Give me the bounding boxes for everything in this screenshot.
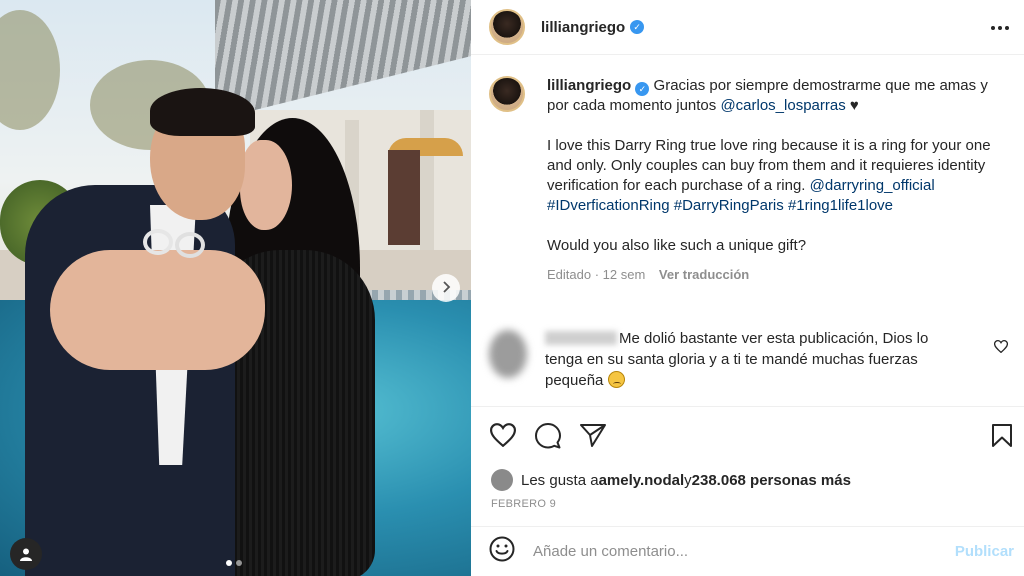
caption-body: lilliangriego ✓ Gracias por siempre demo… <box>547 76 1007 285</box>
comment-item: Me dolió bastante ver esta publicación, … <box>489 328 1014 391</box>
comment-input[interactable] <box>533 543 923 560</box>
likes-count[interactable]: 238.068 personas más <box>692 472 851 489</box>
sad-face-emoji-icon <box>607 371 625 388</box>
photo-pillar <box>420 110 434 260</box>
likes-connector: y <box>684 471 692 489</box>
caption-question: Would you also like such a unique gift? <box>547 237 807 254</box>
photo-man-hair <box>150 88 255 136</box>
caption-paragraph: I love this Darry Ring true love ring be… <box>547 136 1007 216</box>
translate-link[interactable]: Ver traducción <box>659 267 749 282</box>
photo-door <box>388 150 420 245</box>
hashtag-link[interactable]: @darryring_official <box>810 177 935 194</box>
liker-username[interactable]: amely.nodal <box>599 472 685 489</box>
slide-dot <box>236 560 242 566</box>
add-comment-bar: Publicar <box>471 526 1024 576</box>
photo-ring <box>143 229 173 255</box>
heart-text: ♥ <box>845 97 859 114</box>
caption-avatar[interactable] <box>489 76 525 112</box>
tagged-users-button[interactable] <box>10 538 42 570</box>
verified-icon: ✓ <box>630 20 645 34</box>
hashtag-link[interactable]: #DarryRingParis <box>674 197 784 214</box>
hashtag-link[interactable]: #IDverficationRing <box>547 197 670 214</box>
chevron-right-icon <box>443 281 451 293</box>
post-photo[interactable] <box>0 0 471 576</box>
verified-icon: ✓ <box>635 82 650 96</box>
header-username[interactable]: lilliangriego <box>541 19 625 36</box>
photo-ring <box>175 232 205 258</box>
hashtag-link[interactable]: #1ring1life1love <box>788 197 893 214</box>
photo-hands <box>50 250 265 370</box>
comment-avatar[interactable] <box>489 330 527 378</box>
next-slide-button[interactable] <box>432 274 460 302</box>
heart-icon[interactable] <box>489 423 517 452</box>
user-tag-icon <box>20 548 32 561</box>
slide-indicator <box>226 560 242 566</box>
caption-meta: Editado · 12 sem Ver traducción <box>547 265 1007 285</box>
more-options-icon[interactable] <box>990 14 1010 37</box>
action-bar <box>471 406 1024 466</box>
slide-dot <box>226 560 232 566</box>
edited-label: Editado · 12 sem <box>547 267 646 282</box>
caption-username[interactable]: lilliangriego <box>547 77 631 94</box>
likes-summary: Les gusta a amely.nodal y 238.068 person… <box>491 469 851 491</box>
comment-like-icon[interactable] <box>993 340 1009 358</box>
post-detail-panel: lilliangriego ✓ lilliangriego ✓ Gracias … <box>471 0 1024 576</box>
comment-body: Me dolió bastante ver esta publicación, … <box>545 328 965 391</box>
post-header: lilliangriego ✓ <box>471 0 1024 55</box>
likes-prefix: Les gusta a <box>521 471 599 489</box>
comment-icon[interactable] <box>535 423 561 454</box>
caption-intro: lilliangriego ✓ Gracias por siempre demo… <box>547 76 1007 116</box>
mention-link[interactable]: @carlos_losparras <box>720 97 845 114</box>
share-icon[interactable] <box>580 423 606 452</box>
liker-avatar[interactable] <box>491 469 513 491</box>
comment-username[interactable] <box>545 331 617 345</box>
post-caption: lilliangriego ✓ Gracias por siempre demo… <box>489 76 1014 285</box>
photo-woman-face <box>240 140 292 230</box>
publish-button[interactable]: Publicar <box>955 543 1014 560</box>
avatar[interactable] <box>489 9 525 45</box>
bookmark-icon[interactable] <box>991 423 1013 453</box>
emoji-picker-icon[interactable] <box>489 536 515 567</box>
post-date: FEBRERO 9 <box>491 498 557 510</box>
